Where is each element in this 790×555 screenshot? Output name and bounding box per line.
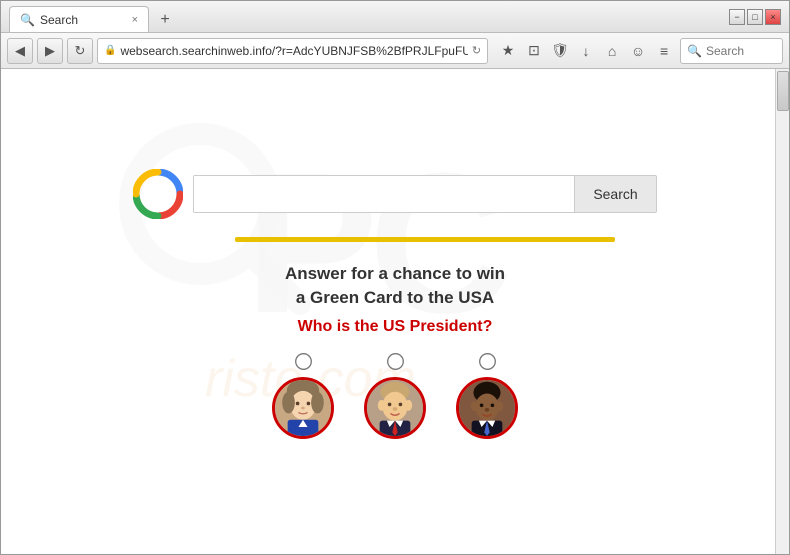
title-bar: 🔍 Search × + − □ × <box>1 1 789 33</box>
nav-search-input[interactable] <box>706 44 776 58</box>
tab-label: Search <box>40 13 78 27</box>
address-bar-container[interactable]: 🔒 ↻ <box>97 38 488 64</box>
browser-window: 🔍 Search × + − □ × ◀ ▶ ↻ 🔒 ↻ ★ ⊡ 🛡 ↓ ⌂ ☺ <box>0 0 790 555</box>
read-icon[interactable]: ⊡ <box>522 39 546 63</box>
refresh-button[interactable]: ↻ <box>67 38 93 64</box>
smiley-icon[interactable]: ☺ <box>626 39 650 63</box>
download-icon[interactable]: ↓ <box>574 39 598 63</box>
tab-close-button[interactable]: × <box>132 14 138 26</box>
page-content: PC risto.com Search <box>1 69 789 554</box>
search-area: Search <box>133 169 656 219</box>
address-input[interactable] <box>120 44 467 58</box>
close-button[interactable]: × <box>765 9 781 25</box>
choice-item-3 <box>456 352 518 439</box>
radio-input-2[interactable] <box>387 353 404 370</box>
person-image-3[interactable] <box>456 377 518 439</box>
person-image-2[interactable] <box>364 377 426 439</box>
choices-container <box>272 352 518 439</box>
radio-input-3[interactable] <box>479 353 496 370</box>
home-icon[interactable]: ⌂ <box>600 39 624 63</box>
nav-search-container[interactable]: 🔍 <box>680 38 783 64</box>
person-image-1[interactable] <box>272 377 334 439</box>
radio-1[interactable] <box>297 352 310 373</box>
logo <box>133 169 183 219</box>
scrollbar-thumb[interactable] <box>777 71 789 111</box>
choice-item-2 <box>364 352 426 439</box>
scrollbar[interactable] <box>775 69 789 554</box>
radio-3[interactable] <box>481 352 494 373</box>
search-box-wrapper: Search <box>193 175 656 213</box>
yellow-bar <box>235 237 615 242</box>
radio-input-1[interactable] <box>295 353 312 370</box>
search-button[interactable]: Search <box>574 176 655 212</box>
search-input[interactable] <box>194 176 574 212</box>
address-refresh-icon[interactable]: ↻ <box>472 44 481 57</box>
menu-icon[interactable]: ≡ <box>652 39 676 63</box>
nav-icons: ★ ⊡ 🛡 ↓ ⌂ ☺ ≡ <box>496 39 676 63</box>
nav-bar: ◀ ▶ ↻ 🔒 ↻ ★ ⊡ 🛡 ↓ ⌂ ☺ ≡ 🔍 <box>1 33 789 69</box>
tab-bar: 🔍 Search × + <box>9 1 721 32</box>
contest-area: Answer for a chance to win a Green Card … <box>272 262 518 439</box>
window-controls: − □ × <box>729 9 781 25</box>
maximize-button[interactable]: □ <box>747 9 763 25</box>
contest-title: Answer for a chance to win a Green Card … <box>272 262 518 310</box>
radio-2[interactable] <box>389 352 402 373</box>
active-tab[interactable]: 🔍 Search × <box>9 6 149 32</box>
tab-favicon: 🔍 <box>20 13 34 27</box>
choice-item-1 <box>272 352 334 439</box>
minimize-button[interactable]: − <box>729 9 745 25</box>
nav-search-icon: 🔍 <box>687 44 702 58</box>
address-icon: 🔒 <box>104 45 116 56</box>
contest-question: Who is the US President? <box>272 318 518 336</box>
bookmark-icon[interactable]: ★ <box>496 39 520 63</box>
forward-button[interactable]: ▶ <box>37 38 63 64</box>
new-tab-button[interactable]: + <box>153 8 177 32</box>
shield-icon[interactable]: 🛡 <box>548 39 572 63</box>
back-button[interactable]: ◀ <box>7 38 33 64</box>
